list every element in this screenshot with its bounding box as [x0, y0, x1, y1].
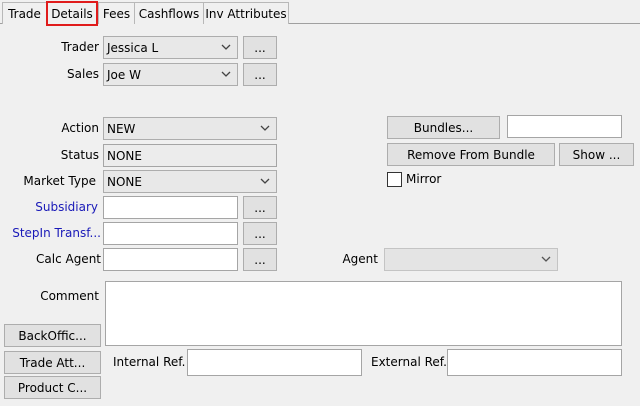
calc-agent-field[interactable]: [103, 248, 238, 271]
internal-ref-label: Internal Ref.: [113, 355, 186, 369]
chevron-down-icon: [541, 256, 551, 262]
agent-select[interactable]: [384, 248, 558, 271]
market-type-select[interactable]: NONE: [103, 170, 277, 193]
action-value: NEW: [107, 121, 136, 136]
trader-value: Jessica L: [107, 40, 159, 55]
bundles-button[interactable]: Bundles...: [387, 116, 500, 139]
action-select[interactable]: NEW: [103, 117, 277, 140]
stepin-lookup-button[interactable]: ...: [243, 222, 277, 245]
sales-label: Sales: [67, 67, 99, 81]
tab-details-label: Details: [51, 6, 93, 21]
tab-inv-attributes[interactable]: Inv Attributes: [203, 2, 289, 24]
sales-lookup-button[interactable]: ...: [243, 63, 277, 86]
internal-ref-field[interactable]: [187, 349, 362, 376]
trader-select[interactable]: Jessica L: [103, 36, 238, 59]
market-type-value: NONE: [107, 174, 142, 189]
chevron-down-icon: [260, 178, 270, 184]
market-type-label: Market Type: [23, 174, 96, 188]
subsidiary-field[interactable]: [103, 196, 238, 219]
external-ref-label: External Ref.: [371, 355, 447, 369]
calc-agent-label: Calc Agent: [36, 252, 101, 266]
mirror-label: Mirror: [406, 172, 442, 186]
tab-details[interactable]: Details: [46, 1, 98, 26]
trade-attributes-button[interactable]: Trade Att...: [4, 351, 101, 374]
mirror-checkbox[interactable]: [387, 172, 402, 187]
tab-cashflows-label: Cashflows: [138, 6, 200, 21]
subsidiary-lookup-button[interactable]: ...: [243, 196, 277, 219]
stepin-transfer-field[interactable]: [103, 222, 238, 245]
tab-cashflows[interactable]: Cashflows: [134, 2, 204, 24]
comment-label: Comment: [40, 289, 99, 303]
back-office-button[interactable]: BackOffic...: [4, 324, 101, 347]
agent-label: Agent: [342, 252, 378, 266]
calc-agent-lookup-button[interactable]: ...: [243, 248, 277, 271]
stepin-transfer-label[interactable]: StepIn Transf...: [0, 222, 101, 244]
remove-from-bundle-button[interactable]: Remove From Bundle: [387, 143, 555, 166]
chevron-down-icon: [260, 125, 270, 131]
external-ref-field[interactable]: [447, 349, 622, 376]
trader-lookup-button[interactable]: ...: [243, 36, 277, 59]
show-button[interactable]: Show ...: [559, 143, 634, 166]
product-codes-button[interactable]: Product C...: [4, 376, 101, 399]
subsidiary-label[interactable]: Subsidiary: [0, 196, 98, 218]
tab-fees[interactable]: Fees: [98, 2, 135, 24]
tab-inv-attributes-label: Inv Attributes: [205, 6, 287, 21]
status-field: NONE: [103, 144, 277, 167]
bundles-field[interactable]: [507, 115, 622, 138]
trader-label: Trader: [61, 40, 99, 54]
tab-trade[interactable]: Trade: [2, 2, 47, 24]
status-label: Status: [60, 148, 99, 162]
sales-select[interactable]: Joe W: [103, 63, 238, 86]
tab-fees-label: Fees: [102, 6, 131, 21]
action-label: Action: [61, 121, 99, 135]
sales-value: Joe W: [107, 67, 141, 82]
chevron-down-icon: [221, 71, 231, 77]
tab-trade-label: Trade: [8, 6, 41, 21]
comment-textarea[interactable]: [105, 281, 622, 346]
chevron-down-icon: [221, 44, 231, 50]
